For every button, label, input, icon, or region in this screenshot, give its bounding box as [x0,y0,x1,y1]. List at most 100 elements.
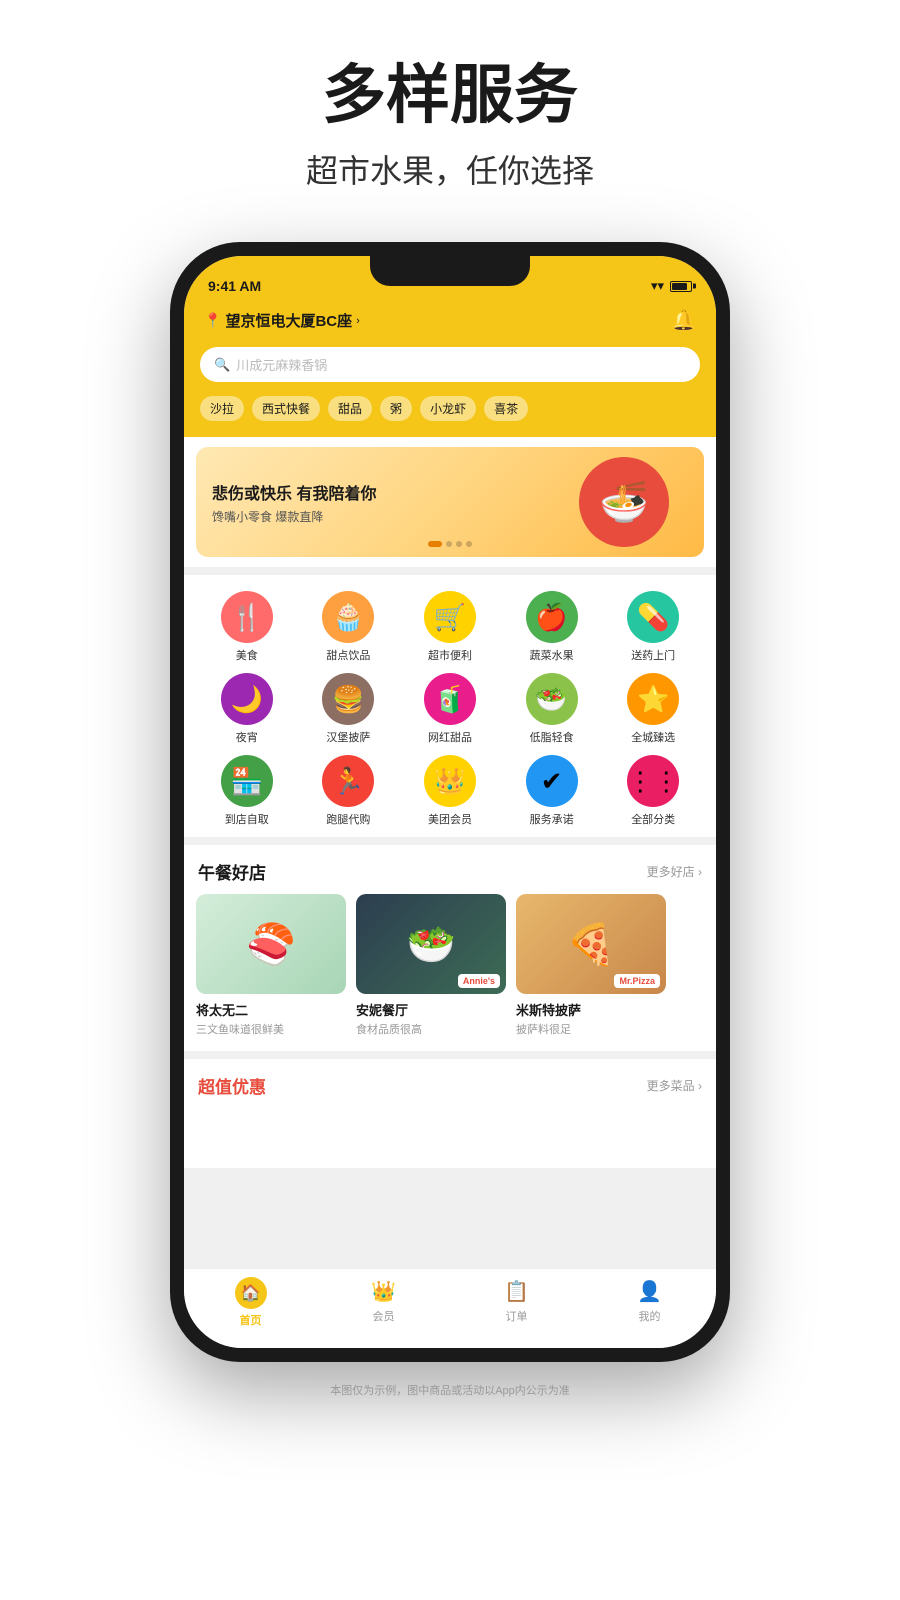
restaurant-desc: 三文鱼味道很鲜美 [196,1021,346,1037]
category-label: 美团会员 [428,811,472,827]
category-icon: 🧃 [424,673,476,725]
category-item[interactable]: 🌙 夜宵 [196,673,298,745]
deals-more[interactable]: 更多菜品 › [647,1077,702,1094]
category-label: 送药上门 [631,647,675,663]
dot-2 [446,541,452,547]
category-icon: 🌙 [221,673,273,725]
category-icon: ⭐ [627,673,679,725]
search-icon: 🔍 [214,357,230,373]
category-item[interactable]: 💊 送药上门 [602,591,704,663]
phone-mockup: 9:41 AM ▾▾ 📍 望京恒电大厦BC座 › 🔔 [170,242,730,1362]
category-icon: 🍴 [221,591,273,643]
food-image [579,457,669,547]
lunch-header: 午餐好店 更多好店 › [184,845,716,894]
category-label: 服务承诺 [530,811,574,827]
category-icon: 🍔 [322,673,374,725]
phone-frame: 9:41 AM ▾▾ 📍 望京恒电大厦BC座 › 🔔 [170,242,730,1362]
search-section: 🔍 川成元麻辣香锅 [184,347,716,396]
nav-icon-会员: 👑 [371,1279,396,1304]
tag-item[interactable]: 粥 [380,396,412,421]
footer-note: 本图仅为示例，图中商品或活动以App内公示为准 [330,1362,570,1428]
restaurant-card[interactable]: Mr.Pizza🍕米斯特披萨披萨料很足 [516,894,666,1037]
location-text: 望京恒电大厦BC座 [225,310,352,331]
category-item[interactable]: 🏪到店自取 [196,755,298,827]
scroll-content[interactable]: 🔍 川成元麻辣香锅 沙拉西式快餐甜品粥小龙虾喜茶 悲伤或快乐 有我陪着你 馋嘴小… [184,347,716,1268]
category-icon: ⋮⋮ [627,755,679,807]
restaurant-name: 安妮餐厅 [356,1000,506,1019]
category-item[interactable]: ⭐ 全城臻选 [602,673,704,745]
category-icon: 🏃 [322,755,374,807]
category-item[interactable]: 🍔 汉堡披萨 [298,673,400,745]
restaurants-section: 午餐好店 更多好店 › 🍣将太无二三文鱼味道很鲜美Annie's🥗安妮餐厅食材品… [184,845,716,1051]
category-label: 美食 [236,647,258,663]
category-item[interactable]: 🍎蔬菜水果 [501,591,603,663]
category-item[interactable]: 👑 美团会员 [399,755,501,827]
tags-section: 沙拉西式快餐甜品粥小龙虾喜茶 [184,396,716,437]
category-label: 低脂轻食 [530,729,574,745]
tag-item[interactable]: 沙拉 [200,396,244,421]
category-item[interactable]: 🍴 美食 [196,591,298,663]
dot-3 [456,541,462,547]
category-label: 汉堡披萨 [326,729,370,745]
dot-1 [428,541,442,547]
restaurant-name: 米斯特披萨 [516,1000,666,1019]
wifi-icon: ▾▾ [651,278,664,294]
location-area[interactable]: 📍 望京恒电大厦BC座 › [204,310,360,331]
category-item[interactable]: 🏃跑腿代购 [298,755,400,827]
banner-food-visual [554,447,694,557]
nav-item-我的[interactable]: 👤我的 [583,1277,716,1328]
banner[interactable]: 悲伤或快乐 有我陪着你 馋嘴小零食 爆款直降 [196,447,704,557]
restaurant-badge: Mr.Pizza [614,974,660,988]
category-label: 超市便利 [428,647,472,663]
nav-label-会员: 会员 [373,1308,395,1324]
tag-item[interactable]: 喜茶 [484,396,528,421]
status-time: 9:41 AM [208,278,261,294]
nav-home-icon: 🏠 [235,1277,267,1309]
bell-icon[interactable]: 🔔 [671,308,696,333]
restaurant-desc: 披萨料很足 [516,1021,666,1037]
bottom-nav: 🏠 首页 👑 会员 📋 订单 👤我的 [184,1268,716,1348]
lunch-more[interactable]: 更多好店 › [647,863,702,880]
category-item[interactable]: 🧁甜点饮品 [298,591,400,663]
restaurant-card[interactable]: Annie's🥗安妮餐厅食材品质很高 [356,894,506,1037]
battery-icon [670,281,692,292]
nav-icon-订单: 📋 [504,1279,529,1304]
nav-label-首页: 首页 [240,1312,262,1328]
deals-section: 超值优惠 更多菜品 › [184,1059,716,1168]
restaurant-list: 🍣将太无二三文鱼味道很鲜美Annie's🥗安妮餐厅食材品质很高Mr.Pizza🍕… [184,894,716,1051]
tag-item[interactable]: 西式快餐 [252,396,320,421]
page-header: 多样服务 超市水果，任你选择 [306,0,594,222]
category-label: 夜宵 [236,729,258,745]
category-label: 全城臻选 [631,729,675,745]
deals-title: 超值优惠 [198,1073,266,1098]
phone-screen: 9:41 AM ▾▾ 📍 望京恒电大厦BC座 › 🔔 [184,256,716,1348]
restaurant-card[interactable]: 🍣将太无二三文鱼味道很鲜美 [196,894,346,1037]
nav-item-订单[interactable]: 📋 订单 [450,1277,583,1328]
category-item[interactable]: 🧃网红甜品 [399,673,501,745]
status-icons: ▾▾ [651,278,692,294]
category-item[interactable]: ✔服务承诺 [501,755,603,827]
restaurant-image: 🍣 [196,894,346,994]
nav-item-首页[interactable]: 🏠 首页 [184,1277,317,1328]
phone-notch [370,256,530,286]
category-item[interactable]: 🛒超市便利 [399,591,501,663]
category-section: 🍴 美食 🧁甜点饮品🛒超市便利🍎蔬菜水果 💊 送药上门 🌙 夜宵 🍔 汉堡披萨 🧃网红甜品🥗低脂轻… [184,575,716,837]
dot-4 [466,541,472,547]
category-icon: 👑 [424,755,476,807]
category-grid: 🍴 美食 🧁甜点饮品🛒超市便利🍎蔬菜水果 💊 送药上门 🌙 夜宵 🍔 汉堡披萨 🧃网红甜品🥗低脂轻… [196,591,704,827]
tag-item[interactable]: 甜品 [328,396,372,421]
nav-item-会员[interactable]: 👑 会员 [317,1277,450,1328]
location-chevron-icon: › [356,315,360,327]
deals-content-placeholder [184,1108,716,1168]
search-bar[interactable]: 🔍 川成元麻辣香锅 [200,347,700,382]
page-subtitle: 超市水果，任你选择 [306,146,594,192]
deals-header: 超值优惠 更多菜品 › [184,1059,716,1108]
banner-dots [428,541,472,547]
nav-label-订单: 订单 [506,1308,528,1324]
category-item[interactable]: ⋮⋮全部分类 [602,755,704,827]
category-icon: 💊 [627,591,679,643]
nav-label-我的: 我的 [639,1308,661,1324]
category-item[interactable]: 🥗低脂轻食 [501,673,603,745]
tag-item[interactable]: 小龙虾 [420,396,476,421]
category-label: 甜点饮品 [326,647,370,663]
